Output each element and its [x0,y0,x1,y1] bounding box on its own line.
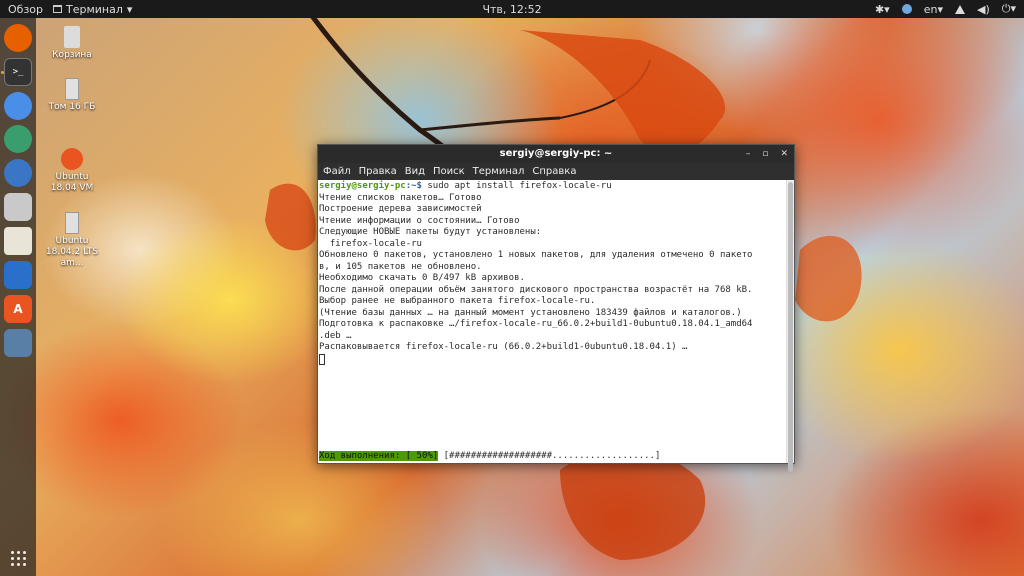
terminal-output[interactable]: sergiy@sergiy-pc:~$ sudo apt install fir… [318,180,786,463]
rhythmbox-icon[interactable] [4,227,32,255]
ubuntu-vm-desktop-icon[interactable]: Ubuntu 18.04 VM [44,148,100,194]
running-indicator [1,71,4,74]
text-cursor [319,353,325,365]
output-line: (Чтение базы данных … на данный момент у… [319,307,742,318]
output-line: Следующие НОВЫЕ пакеты будут установлены… [319,227,542,237]
menu-bar: Файл Правка Вид Поиск Терминал Справка [318,163,794,180]
output-line: Подготовка к распаковке …/firefox-locale… [319,319,753,329]
output-line: Построение дерева зависимостей [319,204,482,214]
thunderbird-icon[interactable] [4,159,32,187]
show-applications-button[interactable] [4,544,32,572]
output-line: Обновлено 0 пакетов, установлено 1 новых… [319,250,753,260]
trash-desktop-icon[interactable]: Корзина [44,26,100,61]
menu-view[interactable]: Вид [405,166,425,177]
grid-icon [10,550,26,566]
files-icon[interactable] [4,193,32,221]
output-line: Необходимо скачать 0 B/497 kB архивов. [319,273,525,283]
language-label: en [923,2,938,16]
system-tray: ✱▾ en▾ ◀) ⏻▾ [875,2,1024,16]
software-center-icon[interactable]: A [4,295,32,323]
progress-bar: [###################...................] [438,451,661,461]
app-menu[interactable]: Терминал ▾ [51,3,132,16]
menu-file[interactable]: Файл [323,166,351,177]
scrollbar-thumb[interactable] [788,182,793,472]
trash-icon [64,26,80,48]
desktop-icon-label: Корзина [52,50,92,60]
globe-icon[interactable] [4,125,32,153]
output-line: firefox-locale-ru [319,238,422,249]
terminal-window: sergiy@sergiy-pc: ~ – ▫ ✕ Файл Правка Ви… [317,144,795,472]
command-text: sudo apt install firefox-locale-ru [421,181,612,191]
virtualbox-icon[interactable] [4,329,32,357]
firefox-icon[interactable] [4,24,32,52]
volume-desktop-icon[interactable]: Том 16 ГБ [44,78,100,113]
terminal-icon[interactable]: >_ [4,58,32,86]
output-line: Распаковывается firefox-locale-ru (66.0.… [319,342,688,352]
clock[interactable]: Чтв, 12:52 [482,3,541,16]
minimize-button[interactable]: – [746,145,751,163]
power-icon[interactable]: ⏻▾ [1002,2,1016,16]
app-menu-label: Терминал [66,2,123,16]
progress-line: Ход выполнения: [ 50%] [################… [319,451,660,462]
menu-help[interactable]: Справка [532,166,576,177]
network-app-icon[interactable] [901,4,912,14]
drive-icon [65,78,79,100]
scrollbar[interactable] [786,180,794,472]
desktop-icon-label: Ubuntu 18.04.2 LTS am... [45,236,99,268]
top-bar: Обзор Терминал ▾ Чтв, 12:52 ✱▾ en▾ ◀) ⏻▾ [0,0,1024,18]
menu-terminal[interactable]: Терминал [473,166,525,177]
close-button[interactable]: ✕ [780,145,788,163]
output-line: Чтение списков пакетов… Готово [319,192,482,203]
output-line: в, и 105 пакетов не обновлено. [319,261,482,272]
prompt-user: sergiy@sergiy-pc [319,181,406,191]
drive-icon [65,212,79,234]
menu-search[interactable]: Поиск [433,166,465,177]
chevron-down-icon: ▾ [126,2,133,16]
language-selector[interactable]: en▾ [924,3,943,16]
title-bar[interactable]: sergiy@sergiy-pc: ~ – ▫ ✕ [318,145,794,163]
desktop-icon-label: Ubuntu 18.04 VM [50,172,94,193]
output-line: Выбор ранее не выбранного пакета firefox… [319,296,596,306]
maximize-button[interactable]: ▫ [762,145,768,163]
accessibility-icon[interactable]: ✱▾ [875,3,890,16]
chromium-icon[interactable] [4,92,32,120]
ubuntu-iso-desktop-icon[interactable]: Ubuntu 18.04.2 LTS am... [44,212,100,269]
menu-edit[interactable]: Правка [359,166,397,177]
writer-icon[interactable] [4,261,32,289]
clock-container: Чтв, 12:52 [0,3,1024,16]
window-controls: – ▫ ✕ [746,145,788,163]
prompt-path: :~$ [405,181,422,191]
window-title: sergiy@sergiy-pc: ~ [499,148,613,159]
output-line: После данной операции объём занятого дис… [319,284,753,295]
desktop-icon-label: Том 16 ГБ [48,102,96,112]
ubuntu-icon [61,148,83,170]
network-icon[interactable] [955,4,965,14]
output-line: Чтение информации о состоянии… Готово [319,215,520,226]
volume-icon[interactable]: ◀) [977,3,990,16]
output-line: .deb … [319,330,352,341]
progress-label: Ход выполнения: [ 50%] [319,451,439,461]
dock: >_ A [0,18,36,576]
terminal-small-icon [53,5,63,13]
activities-button[interactable]: Обзор [0,3,51,16]
